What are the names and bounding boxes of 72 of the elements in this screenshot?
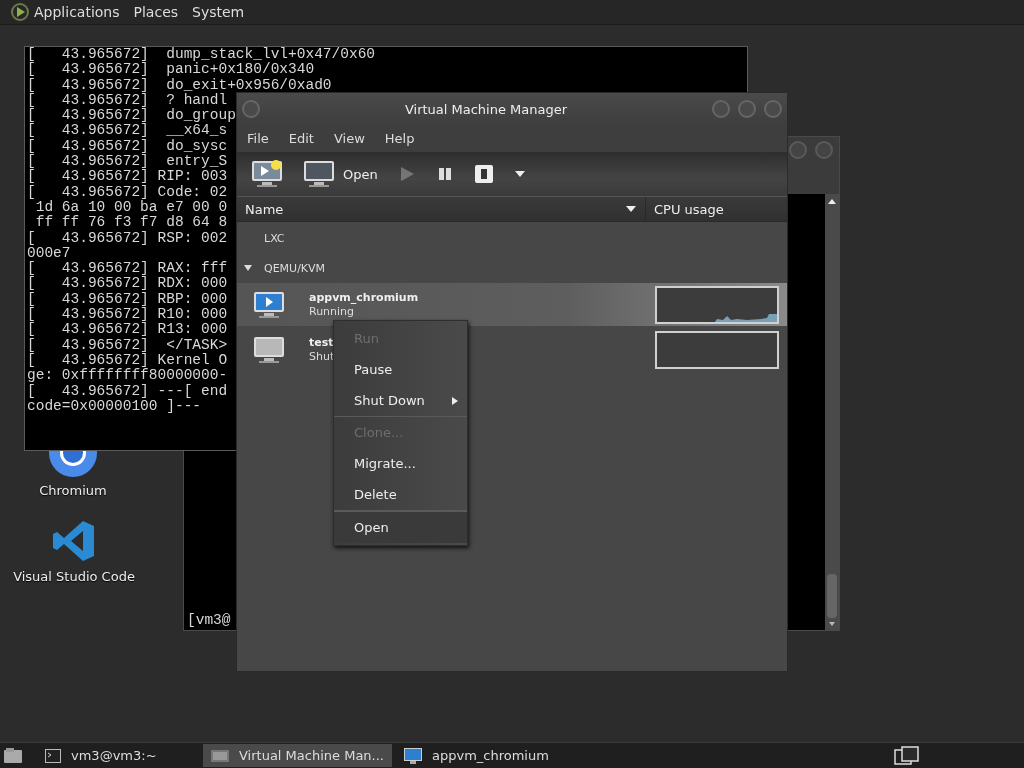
- workspace-icon[interactable]: [894, 745, 920, 766]
- console-line: 1d 6a 10 00 ba e7 00 0: [34, 199, 228, 215]
- vm-name: appvm_chromium: [309, 291, 419, 304]
- column-header[interactable]: CPU usage: [646, 197, 787, 221]
- menu-item[interactable]: Edit: [288, 131, 314, 146]
- console-line: [ 43.965672] </TASK>: [27, 337, 228, 353]
- console-line: [ 43.965672] ---[ end: [27, 383, 228, 399]
- stop-icon: [473, 164, 494, 184]
- logo-icon: [10, 2, 30, 22]
- console-line: ge: 0xffffffff80000000-: [27, 368, 228, 384]
- console-line: ff ff 76 f3 f7 d8 64 8: [34, 215, 228, 231]
- terminal-icon: [45, 748, 61, 763]
- console-line: [ 43.965672] R10: 000: [27, 307, 228, 323]
- menu-item[interactable]: Migrate...: [334, 448, 467, 479]
- monitor-icon: [303, 160, 335, 188]
- vm-status: Running: [309, 305, 355, 318]
- vm-row[interactable]: appvm_chromium Running: [237, 283, 787, 326]
- console-line: [ 43.965672] __x64_s: [27, 123, 228, 139]
- console-line: [ 43.965672] panic+0x180/0x340: [27, 62, 315, 78]
- console-line: [ 43.965672] RIP: 003: [27, 169, 228, 185]
- panel-menu[interactable]: Applications: [34, 4, 120, 20]
- menu-item[interactable]: Pause: [334, 354, 467, 385]
- console-line: [ 43.965672] dump_stack_lvl+0x47/0x60: [27, 47, 376, 62]
- menu-item[interactable]: Shut Down: [334, 385, 467, 416]
- window-menu-icon: [241, 99, 261, 119]
- console-line: [ 43.965672] Code: 02: [27, 184, 228, 200]
- vm-name[interactable]: test: [309, 336, 334, 349]
- menu-item[interactable]: File: [247, 131, 269, 146]
- icon-label[interactable]: Visual Studio Code: [13, 569, 135, 584]
- caret-icon: [513, 170, 526, 178]
- console-line: [ 43.965672] RAX: fff: [27, 261, 228, 277]
- panel-menu[interactable]: System: [192, 4, 245, 20]
- connection-label[interactable]: QEMU/KVM: [264, 261, 326, 275]
- code-editor-icon: [52, 519, 96, 563]
- window-button-icon: [763, 99, 783, 119]
- window-button-icon: [815, 141, 833, 159]
- console-line: [ 43.965672] RBP: 000: [27, 291, 228, 307]
- console-line: [ 43.965672] entry_S: [27, 154, 228, 170]
- console-line: code=0x00000100 ]---: [27, 398, 202, 415]
- console-line: [ 43.965672] RSP: 002: [27, 230, 228, 246]
- desktop-icon[interactable]: [3, 746, 23, 765]
- window-icon: [211, 749, 229, 762]
- window-title: Virtual Machine Manager: [403, 101, 569, 117]
- console-line: [ 43.965672] RDX: 000: [27, 276, 228, 292]
- running-vm-icon: [253, 290, 285, 319]
- vm-status: Shut: [309, 350, 335, 363]
- console-line: [ 43.965672] R13: 000: [27, 322, 228, 338]
- monitor-icon: [404, 747, 422, 764]
- window-button-icon: [737, 99, 757, 119]
- console-line: [ 43.965672] Kernel O: [27, 352, 228, 368]
- console-line: 000e7: [27, 245, 71, 261]
- menu-item[interactable]: Help: [384, 131, 415, 146]
- menu-item[interactable]: Open: [334, 511, 467, 543]
- open-button[interactable]: Open: [295, 156, 386, 192]
- window-button-icon: [711, 99, 731, 119]
- taskbar-button[interactable]: vm3@vm3:~: [37, 744, 199, 767]
- new-vm-icon: [251, 160, 283, 188]
- taskbar-button[interactable]: appvm_chromium: [396, 744, 557, 767]
- panel-menu[interactable]: Places: [133, 4, 179, 20]
- menu-item[interactable]: View: [333, 131, 365, 146]
- cpu-sparkline: [715, 313, 777, 322]
- console-line: [ 43.965672] do_group: [27, 108, 236, 124]
- taskbar-button[interactable]: Virtual Machine Man...: [203, 744, 392, 767]
- menu-item[interactable]: Delete: [334, 479, 467, 510]
- console-line: [ 43.965672] do_sysc: [27, 138, 228, 154]
- icon-label[interactable]: Chromium: [39, 483, 107, 498]
- prompt-text: [vm3@: [187, 612, 231, 628]
- column-header[interactable]: Name: [237, 197, 646, 221]
- vm-off-icon: [253, 335, 285, 364]
- console-line: [ 43.965672] do_exit+0x956/0xad0: [27, 77, 332, 93]
- connection-label[interactable]: LXC: [264, 231, 285, 245]
- console-line: [ 43.965672] ? handl: [27, 92, 228, 108]
